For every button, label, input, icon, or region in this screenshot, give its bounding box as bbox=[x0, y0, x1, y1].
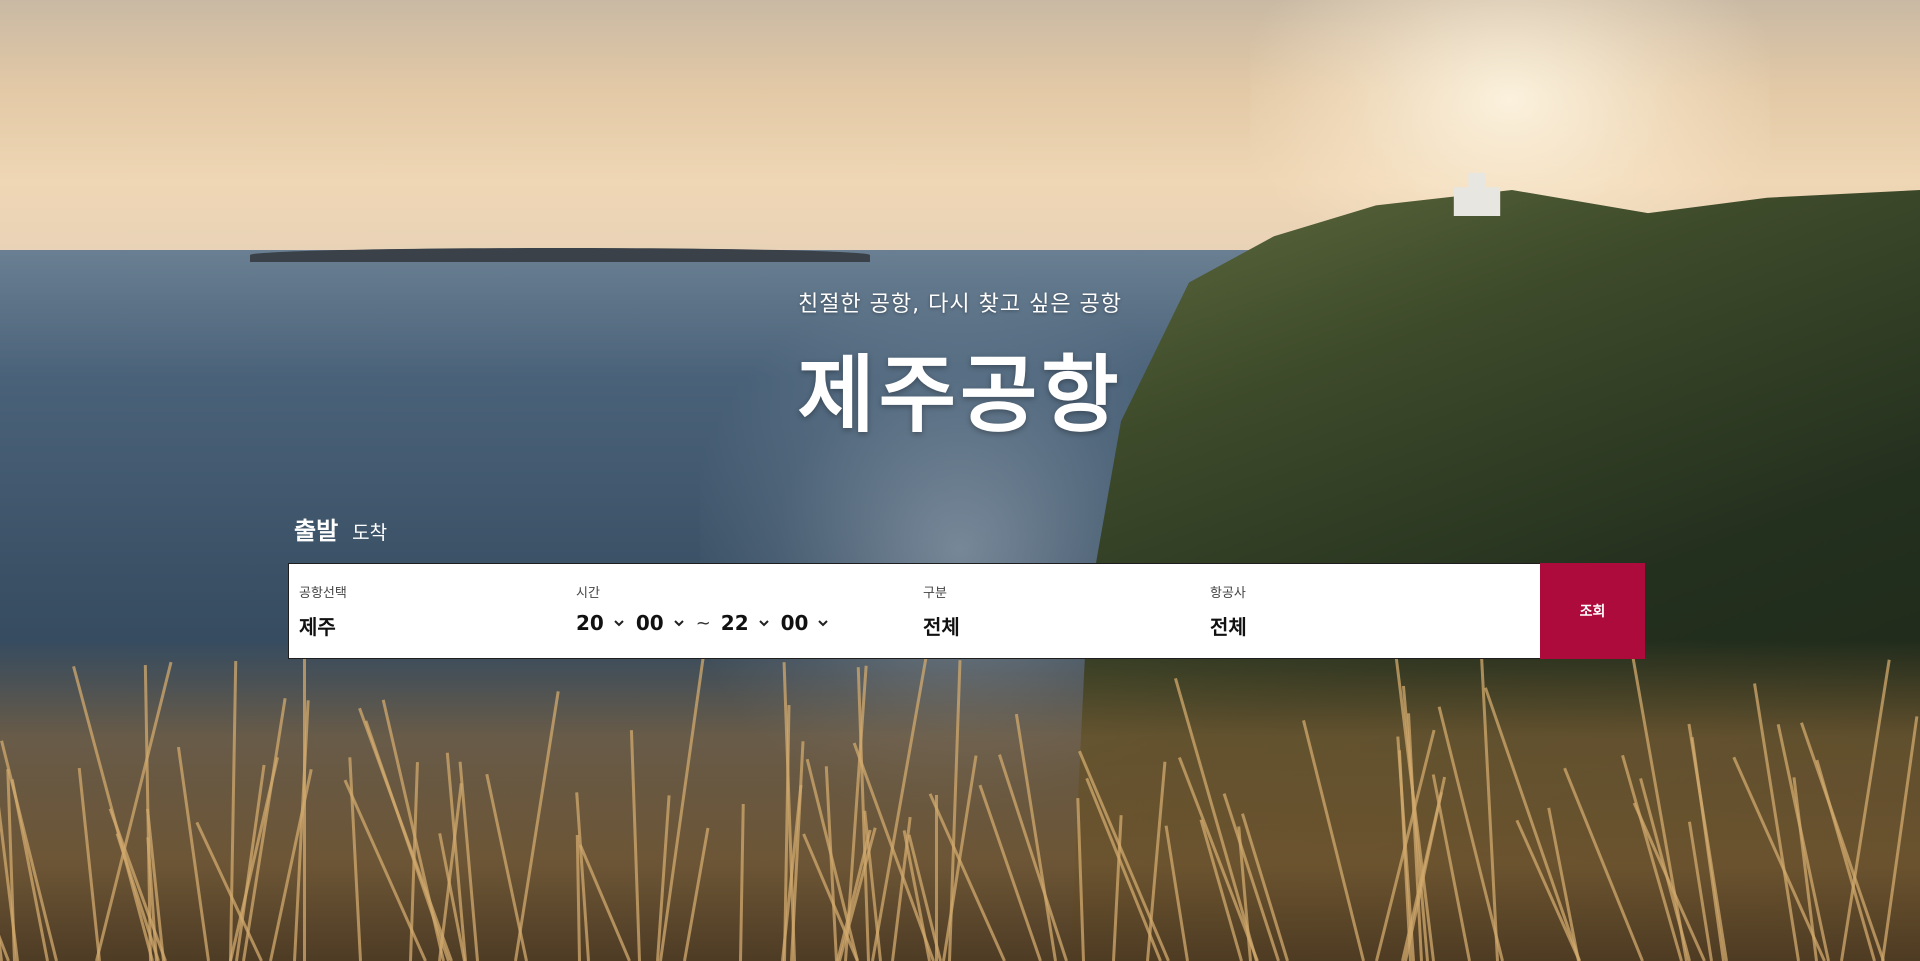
time-separator: ~ bbox=[695, 612, 711, 634]
flight-direction-tabs: 출발 도착 bbox=[294, 511, 387, 546]
tab-departure[interactable]: 출발 bbox=[294, 511, 338, 546]
grass-stalk bbox=[108, 808, 167, 961]
grass-stalk bbox=[1085, 777, 1162, 961]
grass-stalk bbox=[1014, 713, 1057, 961]
grass-stalk bbox=[77, 767, 101, 961]
grass-stalk bbox=[1164, 825, 1189, 961]
start-minute-select[interactable]: 00 bbox=[636, 611, 686, 635]
grass-stalk bbox=[176, 746, 210, 961]
airline-value: 전체 bbox=[1210, 615, 1247, 639]
start-minute-value: 00 bbox=[635, 611, 664, 635]
hero-title: 제주공항 bbox=[797, 346, 1123, 444]
end-minute-select[interactable]: 00 bbox=[781, 611, 831, 635]
grass-stalk bbox=[683, 827, 710, 961]
time-label: 시간 bbox=[576, 586, 600, 601]
start-hour-select[interactable]: 20 bbox=[576, 611, 626, 635]
time-range: 시간 20 00 ~ 22 00 bbox=[576, 564, 913, 658]
tab-arrival[interactable]: 도착 bbox=[352, 518, 387, 545]
hero-background bbox=[0, 0, 1920, 961]
foreground-grass bbox=[0, 640, 1920, 961]
airport-select[interactable]: 공항선택 제주 bbox=[289, 564, 576, 658]
airport-label: 공항선택 bbox=[299, 586, 347, 601]
hero-heading: 친절한 공항, 다시 찾고 싶은 공항 제주공항 bbox=[0, 286, 1920, 449]
airport-value: 제주 bbox=[299, 615, 336, 639]
grass-stalk bbox=[629, 730, 641, 961]
type-select[interactable]: 구분 전체 bbox=[913, 564, 1200, 658]
start-hour-value: 20 bbox=[576, 611, 604, 635]
chevron-down-icon bbox=[672, 616, 686, 630]
grass-stalk bbox=[1563, 767, 1644, 961]
grass-stalk bbox=[95, 661, 173, 961]
grass-stalk bbox=[1302, 720, 1365, 961]
grass-stalk bbox=[235, 764, 266, 961]
grass-stalk bbox=[824, 766, 838, 961]
grass-stalk bbox=[485, 773, 528, 961]
grass-stalk bbox=[1732, 756, 1826, 961]
grass-stalk bbox=[1076, 798, 1085, 961]
type-value: 전체 bbox=[923, 615, 960, 639]
grass-stalk bbox=[948, 660, 962, 961]
grass-stalk bbox=[935, 795, 938, 961]
grass-stalk bbox=[1483, 687, 1581, 961]
grass-stalk bbox=[229, 661, 238, 961]
chevron-down-icon bbox=[816, 616, 830, 630]
grass-stalk bbox=[1639, 778, 1691, 961]
grass-stalk bbox=[998, 754, 1068, 961]
distant-island bbox=[250, 248, 870, 262]
grass-stalk bbox=[739, 803, 745, 961]
end-hour-select[interactable]: 22 bbox=[721, 611, 771, 635]
grass-stalk bbox=[1881, 716, 1919, 961]
end-hour-value: 22 bbox=[720, 611, 749, 635]
grass-stalk bbox=[1776, 723, 1830, 961]
hero-subtitle: 친절한 공항, 다시 찾고 싶은 공항 bbox=[797, 292, 1123, 317]
grass-stalk bbox=[514, 691, 560, 961]
end-minute-value: 00 bbox=[780, 611, 809, 635]
chevron-down-icon bbox=[757, 616, 771, 630]
grass-stalk bbox=[269, 768, 313, 961]
airline-label: 항공사 bbox=[1210, 586, 1246, 601]
type-label: 구분 bbox=[923, 586, 947, 601]
flight-search-bar: 공항선택 제주 시간 20 00 ~ 22 00 구분 전체 항공사 전체 조회 bbox=[288, 563, 1645, 659]
search-button[interactable]: 조회 bbox=[1540, 563, 1645, 659]
grass-stalk bbox=[1631, 655, 1688, 961]
airline-select[interactable]: 항공사 전체 bbox=[1200, 564, 1530, 658]
chevron-down-icon bbox=[612, 616, 626, 630]
grass-stalk bbox=[1437, 706, 1504, 961]
grass-stalk bbox=[902, 830, 931, 961]
